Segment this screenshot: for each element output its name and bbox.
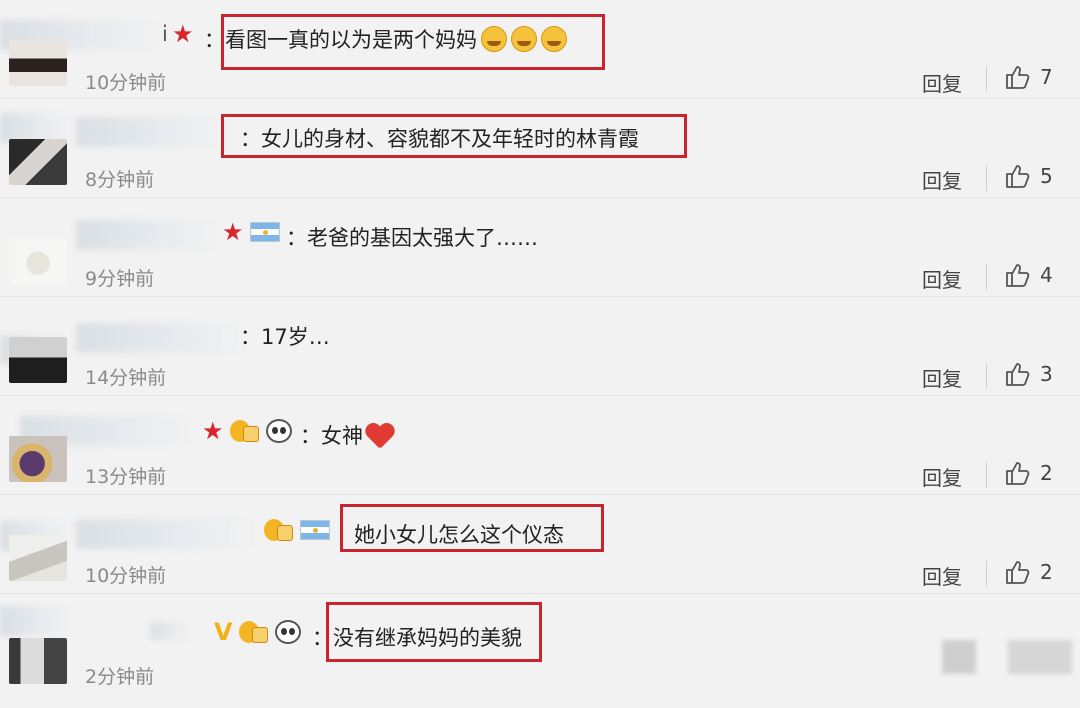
timestamp: 10分钟前 (85, 72, 167, 94)
like-count: 2 (1040, 461, 1053, 485)
action-divider (986, 66, 987, 92)
avatar[interactable] (9, 40, 67, 86)
vip-v-icon: V (214, 618, 233, 646)
reply-button[interactable]: 回复 (922, 68, 962, 97)
username-blurred[interactable] (76, 323, 246, 353)
like-button[interactable]: 5 (1004, 163, 1053, 189)
user-badges: ★ (202, 418, 292, 444)
highlight-box (221, 114, 687, 158)
thumbs-up-icon (1006, 165, 1030, 188)
comment-list: i ★ ： 看图一真的以为是两个妈妈 10分钟前 回复 7 ： 女儿的身材、容貌… (0, 0, 1080, 708)
user-badges: V (214, 618, 301, 646)
reply-button[interactable]: 回复 (922, 363, 962, 392)
username-blurred[interactable] (76, 519, 256, 549)
comment-item: ： 17岁… 14分钟前 回复 3 (0, 297, 1080, 396)
blurred-placeholder (942, 640, 976, 674)
argentina-flag-icon (249, 222, 280, 242)
avatar[interactable] (9, 638, 67, 684)
comment-item: i ★ ： 看图一真的以为是两个妈妈 10分钟前 回复 7 (0, 0, 1080, 99)
heart-icon (365, 422, 395, 448)
username-blurred[interactable] (150, 622, 190, 640)
thumbs-up-icon (1006, 462, 1030, 485)
like-count: 2 (1040, 560, 1053, 584)
thumbs-up-icon (1006, 264, 1030, 287)
reply-button[interactable]: 回复 (922, 165, 962, 194)
thumbs-up-icon (1006, 66, 1030, 89)
user-badges (264, 517, 330, 543)
like-button[interactable]: 2 (1004, 559, 1053, 585)
panda-icon (265, 419, 292, 443)
timestamp: 14分钟前 (85, 367, 167, 389)
like-count: 3 (1040, 362, 1053, 386)
crown-badge-icon (264, 517, 294, 543)
blurred-placeholder (1008, 640, 1072, 674)
avatar[interactable] (9, 139, 67, 185)
like-button[interactable]: 7 (1004, 64, 1053, 90)
comment-item: ★ ： 女神 13分钟前 回复 2 (0, 396, 1080, 495)
comment-text: 17岁… (261, 325, 330, 349)
like-count: 5 (1040, 164, 1053, 188)
action-divider (986, 165, 987, 191)
like-count: 4 (1040, 263, 1053, 287)
reply-button[interactable]: 回复 (922, 561, 962, 590)
comment-text-line: ： 17岁… (240, 321, 330, 351)
user-badges: ★ (222, 220, 280, 244)
like-button[interactable]: 2 (1004, 460, 1053, 486)
red-star-icon: ★ (172, 20, 194, 48)
like-count: 7 (1040, 65, 1053, 89)
panda-icon (274, 620, 301, 644)
comment-text-line: ： 女神 (300, 420, 395, 450)
name-separator: ： (300, 424, 321, 448)
avatar[interactable] (9, 238, 67, 284)
timestamp: 2分钟前 (85, 666, 155, 688)
comment-item: V ： 没有继承妈妈的美貌 2分钟前 (0, 594, 1080, 708)
crown-badge-icon (238, 619, 269, 645)
comment-item: ： 女儿的身材、容貌都不及年轻时的林青霞 8分钟前 回复 5 (0, 99, 1080, 198)
avatar[interactable] (9, 535, 67, 581)
red-star-icon: ★ (222, 218, 244, 246)
comment-item: 她小女儿怎么这个仪态 10分钟前 回复 2 (0, 495, 1080, 594)
timestamp: 13分钟前 (85, 466, 167, 488)
name-separator: ： (240, 325, 261, 349)
username-blurred[interactable] (76, 117, 226, 147)
highlight-box (326, 602, 542, 662)
crown-badge-icon (229, 418, 260, 444)
reply-button[interactable]: 回复 (922, 264, 962, 293)
username-blurred[interactable] (76, 220, 218, 250)
comment-text-line: ： 老爸的基因太强大了…… (286, 222, 538, 252)
thumbs-up-icon (1006, 561, 1030, 584)
user-badges: ★ (172, 22, 194, 46)
argentina-flag-icon (300, 520, 330, 540)
username-suffix: i (162, 22, 168, 46)
highlight-box (340, 504, 604, 552)
highlight-box (221, 14, 605, 70)
username-blurred[interactable] (0, 606, 70, 636)
action-divider (986, 462, 987, 488)
timestamp: 10分钟前 (85, 565, 167, 587)
action-divider (986, 264, 987, 290)
reply-button[interactable]: 回复 (922, 462, 962, 491)
name-separator: ： (286, 226, 307, 250)
timestamp: 9分钟前 (85, 268, 155, 290)
red-star-icon: ★ (202, 417, 224, 445)
comment-text: 女神 (321, 424, 363, 448)
comment-text: 老爸的基因太强大了…… (307, 226, 538, 250)
avatar[interactable] (9, 337, 67, 383)
like-button[interactable]: 4 (1004, 262, 1053, 288)
timestamp: 8分钟前 (85, 169, 155, 191)
avatar[interactable] (9, 436, 67, 482)
comment-item: ★ ： 老爸的基因太强大了…… 9分钟前 回复 4 (0, 198, 1080, 297)
thumbs-up-icon (1006, 363, 1030, 386)
action-divider (986, 561, 987, 587)
action-divider (986, 363, 987, 389)
like-button[interactable]: 3 (1004, 361, 1053, 387)
